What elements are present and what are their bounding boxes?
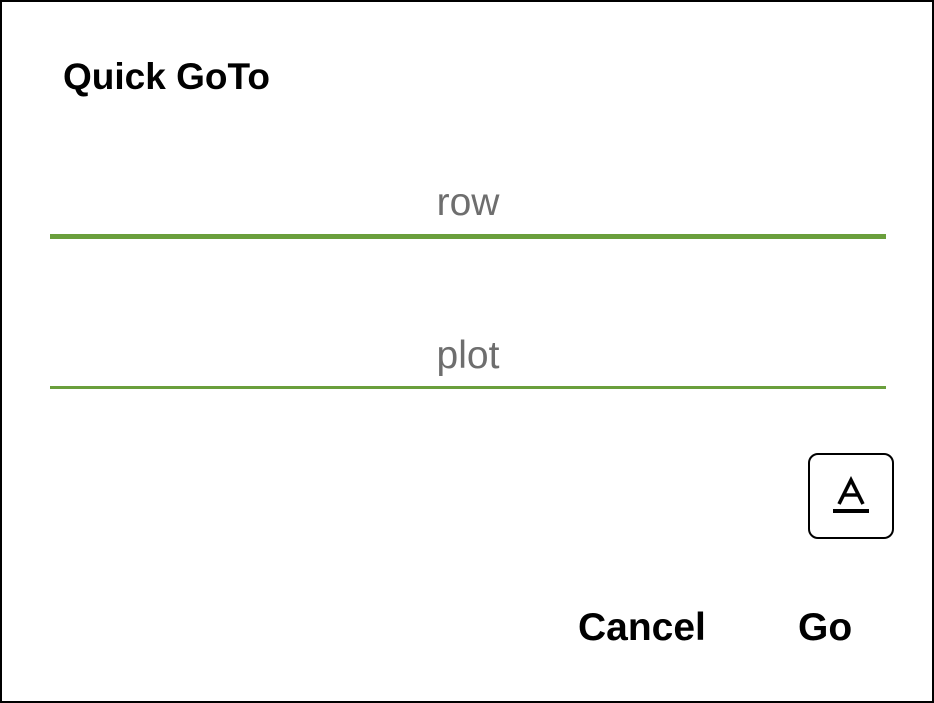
- go-button[interactable]: Go: [798, 598, 858, 658]
- row-input[interactable]: [50, 173, 886, 233]
- text-format-icon: [833, 476, 869, 513]
- plot-input[interactable]: [50, 326, 886, 386]
- plot-input-underline: [50, 386, 886, 389]
- plot-field: [50, 326, 886, 389]
- row-input-underline: [50, 234, 886, 239]
- dialog-title: Quick GoTo: [63, 56, 270, 97]
- quick-goto-dialog: Quick GoTo Cancel Go: [0, 0, 934, 703]
- cancel-button[interactable]: Cancel: [578, 598, 712, 658]
- font-toggle-button[interactable]: [808, 453, 894, 539]
- row-field: [50, 173, 886, 239]
